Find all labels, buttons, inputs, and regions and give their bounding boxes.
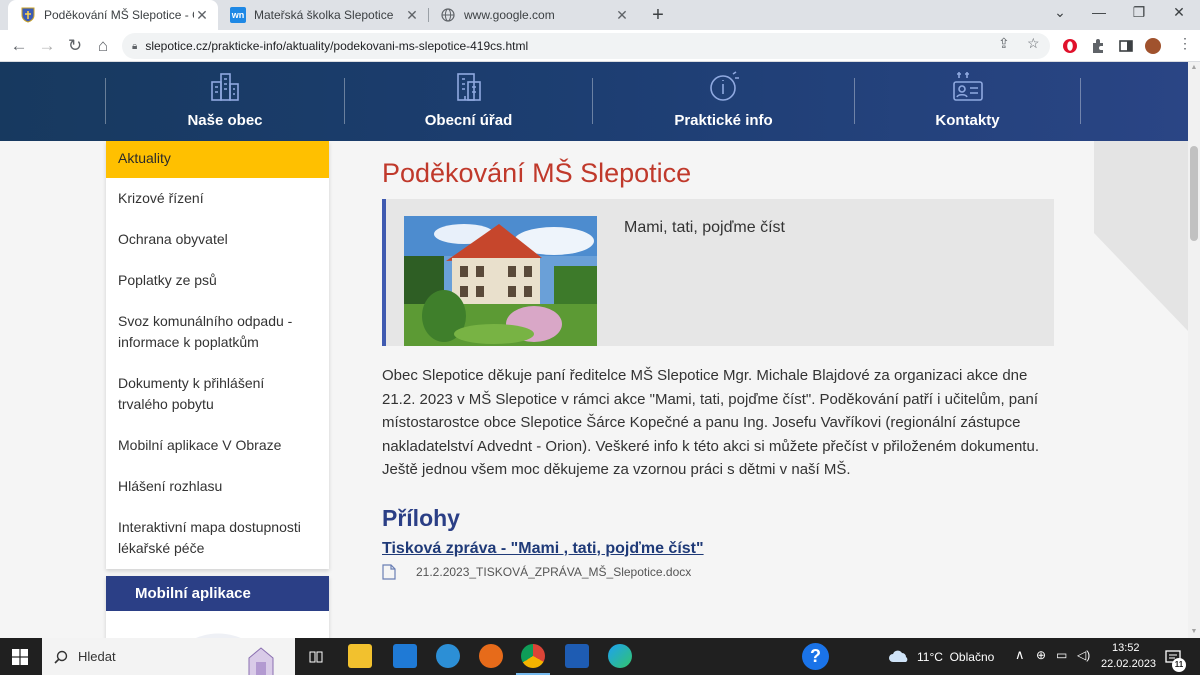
buildings-icon — [211, 73, 239, 101]
search-placeholder: Hledat — [78, 649, 116, 664]
contact-card-icon — [952, 72, 983, 101]
windows-taskbar: Hledat ? 11°C Oblačno ∧ ⊕ ▭ ◁) 13:52 22.… — [0, 638, 1200, 675]
sidebar-menu: Aktuality Krizové řízení Ochrana obyvate… — [106, 141, 329, 569]
sidebar-item-svoz-odpadu[interactable]: Svoz komunálního odpadu - informace k po… — [106, 301, 329, 363]
extensions-puzzle-icon[interactable] — [1090, 38, 1106, 54]
word-icon[interactable] — [565, 644, 589, 668]
article-body: Obec Slepotice děkuje paní ředitelce MŠ … — [382, 367, 1039, 478]
windows-start-icon[interactable] — [12, 649, 28, 665]
nav-divider — [1080, 78, 1081, 124]
wn-favicon-icon: wn — [230, 7, 246, 23]
chrome-icon[interactable] — [521, 644, 545, 668]
file-explorer-icon[interactable] — [348, 644, 372, 668]
search-icon — [54, 650, 68, 664]
scrollbar-thumb[interactable] — [1190, 146, 1198, 241]
scroll-down-arrow-icon[interactable]: ▼ — [1188, 626, 1200, 638]
globe-favicon-icon — [440, 7, 456, 23]
bookmark-star-icon[interactable]: ☆ — [1027, 35, 1040, 52]
reload-icon[interactable]: ↻ — [64, 35, 86, 57]
weather-text[interactable]: 11°C Oblačno — [917, 650, 994, 664]
sidebar-item-krizove-rizeni[interactable]: Krizové řízení — [106, 178, 329, 219]
attachment-filename: 21.2.2023_TISKOVÁ_ZPRÁVA_MŠ_Slepotice.do… — [416, 564, 692, 579]
minimize-icon[interactable]: — — [1088, 4, 1110, 20]
coat-of-arms-favicon-icon — [20, 7, 36, 23]
tray-device-icon[interactable]: ⊕ — [1036, 648, 1046, 662]
taskbar-search-box[interactable]: Hledat — [42, 638, 295, 675]
site-main-navigation: Naše obec Obecní úřad Praktické info Kon… — [0, 62, 1188, 141]
back-arrow-icon[interactable]: ← — [8, 35, 30, 57]
article: Poděkování MŠ Slepotice Mami, tati, pojď… — [382, 141, 1054, 580]
office-building-icon — [456, 73, 481, 101]
edge-legacy-icon[interactable] — [436, 644, 460, 668]
edge-icon[interactable] — [608, 644, 632, 668]
sidebar-item-hlaseni-rozhlasu[interactable]: Hlášení rozhlasu — [106, 466, 329, 507]
nav-item-kontakty[interactable]: Kontakty — [855, 62, 1080, 141]
side-panel-icon[interactable] — [1118, 38, 1134, 54]
nav-item-nase-obec[interactable]: Naše obec — [106, 62, 344, 141]
weather-cloud-icon[interactable] — [888, 649, 910, 663]
volume-icon[interactable]: ◁) — [1077, 648, 1090, 662]
sidebar-item-mapa-pece[interactable]: Interaktivní mapa dostupnosti lékařské p… — [106, 507, 329, 569]
article-perex-box: Mami, tati, pojďme číst — [382, 199, 1054, 346]
sidebar-item-dokumenty-pobyt[interactable]: Dokumenty k přihlášení trvalého pobytu — [106, 363, 329, 425]
url-text: slepotice.cz/prakticke-info/aktuality/po… — [145, 39, 529, 53]
browser-tab-strip: Poděkování MŠ Slepotice - Oficiá ✕ wn Ma… — [0, 0, 1200, 30]
nav-item-obecni-urad[interactable]: Obecní úřad — [345, 62, 592, 141]
attachments-heading: Přílohy — [382, 504, 460, 531]
sidebar-item-poplatky-ze-psu[interactable]: Poplatky ze psů — [106, 260, 329, 301]
document-file-icon — [382, 563, 396, 580]
firefox-icon[interactable] — [479, 644, 503, 668]
close-tab-icon[interactable]: ✕ — [194, 7, 210, 24]
decorative-side-shape — [1094, 141, 1188, 331]
sidebar-item-aktuality[interactable]: Aktuality — [106, 141, 329, 178]
address-bar[interactable]: 🔒︎ slepotice.cz/prakticke-info/aktuality… — [122, 33, 1050, 59]
maximize-icon[interactable]: ❐ — [1128, 4, 1150, 21]
close-tab-icon[interactable]: ✕ — [404, 7, 420, 24]
battery-icon[interactable]: ▭ — [1056, 648, 1067, 662]
tab-materska-skolka[interactable]: wn Mateřská školka Slepotice ✕ — [218, 0, 428, 30]
close-window-icon[interactable]: ✕ — [1168, 4, 1190, 21]
lock-icon: 🔒︎ — [132, 40, 138, 52]
mobile-app-heading: Mobilní aplikace — [106, 576, 329, 611]
sidebar-item-mobilni-aplikace[interactable]: Mobilní aplikace V Obraze — [106, 425, 329, 466]
scroll-up-arrow-icon[interactable]: ▲ — [1188, 62, 1200, 74]
search-highlight-illustration-icon — [248, 647, 274, 675]
share-icon[interactable]: ⇪ — [998, 35, 1010, 52]
help-icon[interactable]: ? — [802, 643, 829, 670]
tab-podekovani[interactable]: Poděkování MŠ Slepotice - Oficiá ✕ — [8, 0, 218, 30]
page-scrollbar[interactable]: ▲ ▼ — [1188, 62, 1200, 638]
notification-count-badge: 11 — [1172, 658, 1186, 672]
page-body: Aktuality Krizové řízení Ochrana obyvate… — [0, 141, 1188, 638]
mobile-app-illustration — [195, 633, 241, 638]
clock-date[interactable]: 22.02.2023 — [1101, 658, 1156, 670]
nav-item-prakticke-info[interactable]: Praktické info — [593, 62, 854, 141]
home-icon[interactable]: ⌂ — [92, 35, 114, 57]
new-tab-plus-icon[interactable]: + — [646, 3, 670, 27]
kebab-menu-icon[interactable]: ⋮ — [1178, 35, 1192, 52]
tab-search-chevron-icon[interactable]: ⌄ — [1049, 4, 1071, 21]
tray-chevron-icon[interactable]: ∧ — [1015, 647, 1025, 663]
attachment-file[interactable]: 21.2.2023_TISKOVÁ_ZPRÁVA_MŠ_Slepotice.do… — [382, 563, 1054, 580]
forward-arrow-icon[interactable]: → — [36, 35, 58, 57]
tab-google[interactable]: www.google.com ✕ — [428, 0, 638, 30]
mail-icon[interactable] — [393, 644, 417, 668]
close-tab-icon[interactable]: ✕ — [614, 7, 630, 24]
task-view-icon[interactable] — [309, 650, 323, 664]
perex-text: Mami, tati, pojďme číst — [624, 219, 785, 236]
article-photo[interactable] — [404, 216, 597, 346]
info-icon — [709, 71, 739, 101]
browser-toolbar: ← → ↻ ⌂ 🔒︎ slepotice.cz/prakticke-info/a… — [0, 30, 1200, 62]
mobile-app-box: Mobilní aplikace — [106, 576, 329, 638]
profile-avatar-icon[interactable] — [1145, 38, 1161, 54]
opera-extension-icon[interactable] — [1062, 38, 1078, 54]
attachment-link[interactable]: Tisková zpráva - "Mami , tati, pojďme čí… — [382, 540, 704, 558]
clock-time[interactable]: 13:52 — [1112, 642, 1140, 654]
sidebar-item-ochrana-obyvatel[interactable]: Ochrana obyvatel — [106, 219, 329, 260]
article-title: Poděkování MŠ Slepotice — [382, 158, 692, 188]
